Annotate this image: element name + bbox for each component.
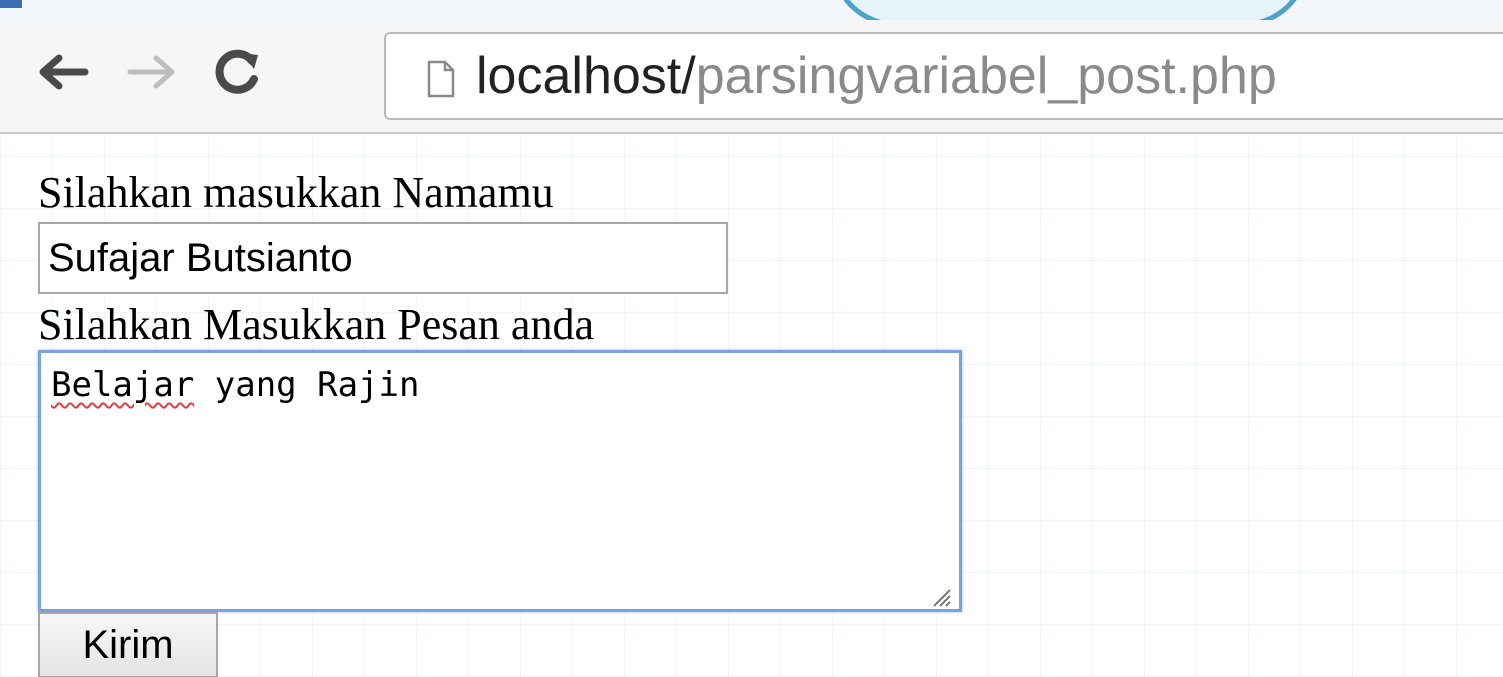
slide-corner-accent (0, 0, 22, 8)
resize-grip-icon[interactable] (928, 584, 952, 608)
name-label: Silahkan masukkan Namamu (38, 168, 554, 217)
forward-button[interactable] (125, 42, 179, 102)
url-host: localhost/ (476, 47, 696, 105)
message-text-rest: yang Rajin (194, 365, 420, 405)
browser-toolbar: localhost/parsingvariabel_post.php (0, 20, 1503, 134)
back-arrow-icon (39, 54, 89, 90)
message-label: Silahkan Masukkan Pesan anda (38, 300, 594, 349)
reload-button[interactable] (210, 42, 264, 102)
name-input[interactable] (38, 222, 728, 294)
back-button[interactable] (36, 42, 90, 102)
slide-top-strip (0, 0, 1503, 21)
url-path: parsingvariabel_post.php (695, 47, 1277, 105)
message-textarea[interactable]: Belajar yang Rajin (38, 350, 962, 612)
address-bar[interactable]: localhost/parsingvariabel_post.php (384, 32, 1503, 120)
submit-button[interactable]: Kirim (38, 612, 218, 677)
forward-arrow-icon (127, 55, 175, 89)
page-icon (427, 60, 455, 98)
url-text: localhost/parsingvariabel_post.php (476, 46, 1277, 106)
decorative-swoosh (830, 0, 1310, 20)
misspelled-word: Belajar (51, 365, 195, 405)
reload-icon (215, 49, 258, 94)
